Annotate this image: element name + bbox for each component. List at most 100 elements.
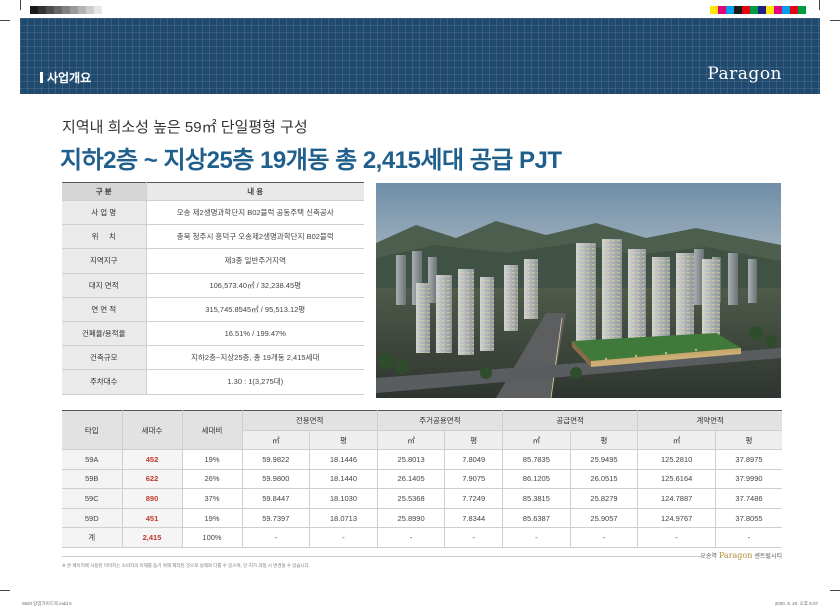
overview-key: 건축규모 bbox=[62, 345, 147, 371]
col-households: 세대수 bbox=[121, 410, 182, 450]
col-unit-pyeong: 평 bbox=[569, 430, 638, 450]
overview-row: 주차대수 1.30 : 1(3,275대) bbox=[62, 369, 364, 395]
color-swatch bbox=[78, 6, 86, 14]
unit-cell-type: 59D bbox=[62, 508, 122, 529]
color-swatch bbox=[38, 6, 46, 14]
unit-cell-su-p: 26.0515 bbox=[569, 469, 638, 490]
unit-cell-ex-m: - bbox=[241, 527, 310, 548]
overview-value: 1.30 : 1(3,275대) bbox=[146, 369, 364, 395]
overview-value: 오송 제2생명과학단지 B02블럭 공동주택 신축공사 bbox=[146, 200, 364, 226]
unit-cell-sh-m: 25.8013 bbox=[376, 449, 445, 470]
project-overview-table: 구 분 내 용 사 업 명 오송 제2생명과학단지 B02블럭 공동주택 신축공사… bbox=[62, 182, 364, 395]
unit-cell-ex-p: 18.0713 bbox=[309, 508, 378, 529]
color-swatch bbox=[774, 6, 782, 14]
col-contract-area: 계약면적 bbox=[637, 410, 782, 431]
unit-cell-sh-m: 25.8990 bbox=[376, 508, 445, 529]
color-swatch bbox=[734, 6, 742, 14]
overview-header-row: 구 분 내 용 bbox=[62, 182, 364, 201]
unit-cell-sh-m: 25.5368 bbox=[376, 488, 445, 509]
unit-cell-type: 계 bbox=[62, 527, 122, 548]
unit-row: 59D 451 19% 59.7397 18.0713 25.8990 7.8344 85.6… bbox=[62, 508, 782, 529]
unit-cell-su-m: 86.1205 bbox=[502, 469, 571, 490]
color-swatch bbox=[54, 6, 62, 14]
unit-cell-ratio: 19% bbox=[181, 449, 242, 470]
col-exclusive-area: 전용면적 bbox=[241, 410, 378, 431]
unit-cell-ex-m: 59.7397 bbox=[241, 508, 310, 529]
unit-cell-su-m: 85.7835 bbox=[502, 449, 571, 470]
color-swatch bbox=[46, 6, 54, 14]
overview-value: 지하2층~지상25층, 총 19개동 2,415세대 bbox=[146, 345, 364, 371]
crop-mark bbox=[830, 590, 840, 591]
unit-cell-su-m: - bbox=[502, 527, 571, 548]
unit-cell-ex-m: 59.9822 bbox=[241, 449, 310, 470]
col-unit-sqm: ㎡ bbox=[376, 430, 445, 450]
col-shared-area: 주거공용면적 bbox=[376, 410, 503, 431]
overview-value: 106,573.40㎡ / 32,238.45평 bbox=[146, 273, 364, 298]
crop-mark bbox=[0, 20, 10, 21]
color-swatch bbox=[94, 6, 102, 14]
unit-cell-households: 890 bbox=[121, 488, 182, 509]
page-header-banner bbox=[20, 18, 820, 94]
color-swatch bbox=[798, 6, 806, 14]
brand-footer: 오송역 Paragon 센트럴시티 bbox=[700, 551, 782, 560]
unit-cell-sh-m: - bbox=[376, 527, 445, 548]
rendering-illustration bbox=[376, 183, 781, 398]
grayscale-calibration-bar bbox=[30, 6, 110, 14]
unit-row: 59C 890 37% 59.8447 18.1030 25.5368 7.7249 85.3… bbox=[62, 488, 782, 509]
color-swatch bbox=[710, 6, 718, 14]
brand-suffix: 센트럴시티 bbox=[754, 554, 782, 560]
color-swatch bbox=[726, 6, 734, 14]
unit-cell-households: 452 bbox=[121, 449, 182, 470]
unit-cell-ratio: 19% bbox=[181, 508, 242, 529]
color-swatch bbox=[758, 6, 766, 14]
unit-cell-sh-p: - bbox=[444, 527, 503, 548]
color-swatch bbox=[750, 6, 758, 14]
overview-header-value: 내 용 bbox=[146, 182, 364, 201]
unit-cell-su-p: - bbox=[569, 527, 638, 548]
overview-value: 충북 청주시 흥덕구 오송제2생명과학단지 B02블럭 bbox=[146, 224, 364, 250]
section-title-text: 사업개요 bbox=[47, 71, 92, 85]
color-swatch bbox=[102, 6, 110, 14]
overview-row: 위 치 충북 청주시 흥덕구 오송제2생명과학단지 B02블럭 bbox=[62, 224, 364, 250]
col-unit-sqm: ㎡ bbox=[637, 430, 716, 450]
page-subtitle: 지역내 희소성 높은 59㎡ 단일평형 구성 bbox=[62, 119, 308, 136]
unit-cell-su-p: 25.9057 bbox=[569, 508, 638, 529]
col-supply-area: 공급면적 bbox=[502, 410, 638, 431]
col-unit-pyeong: 평 bbox=[444, 430, 503, 450]
col-unit-sqm: ㎡ bbox=[241, 430, 310, 450]
crop-mark bbox=[20, 0, 21, 10]
print-date-info: 2020. 8. 20. 오후 6:37 bbox=[774, 601, 818, 606]
unit-cell-ratio: 100% bbox=[181, 527, 242, 548]
unit-cell-sh-p: 7.8049 bbox=[444, 449, 503, 470]
unit-cell-co-p: 37.8975 bbox=[714, 449, 782, 470]
unit-cell-co-p: 37.9990 bbox=[714, 469, 782, 490]
overview-key: 연 면 적 bbox=[62, 297, 147, 322]
overview-value: 315,745.8545㎡ / 95,513.12평 bbox=[146, 297, 364, 322]
section-marker-icon bbox=[40, 72, 43, 83]
col-ratio: 세대비 bbox=[181, 410, 242, 450]
unit-cell-co-p: - bbox=[714, 527, 782, 548]
overview-key: 위 치 bbox=[62, 224, 147, 250]
overview-row: 건폐율/용적율 16.51% / 199.47% bbox=[62, 321, 364, 347]
overview-value: 16.51% / 199.47% bbox=[146, 321, 364, 347]
print-file-info: 0820 당업가이드북.indd 6 bbox=[22, 601, 72, 606]
brand-prefix: 오송역 bbox=[700, 554, 717, 560]
footer-divider bbox=[62, 556, 702, 557]
unit-cell-ratio: 37% bbox=[181, 488, 242, 509]
overview-header-key: 구 분 bbox=[62, 182, 147, 201]
crop-mark bbox=[819, 0, 820, 10]
brand-name: Paragon bbox=[718, 551, 753, 560]
unit-cell-co-m: 124.9767 bbox=[637, 508, 716, 529]
unit-cell-su-m: 85.3815 bbox=[502, 488, 571, 509]
overview-key: 주차대수 bbox=[62, 369, 147, 395]
unit-cell-su-p: 25.9495 bbox=[569, 449, 638, 470]
unit-cell-ex-m: 59.9800 bbox=[241, 469, 310, 490]
color-swatch bbox=[86, 6, 94, 14]
color-swatch bbox=[30, 6, 38, 14]
apartment-complex-rendering bbox=[376, 183, 781, 398]
unit-cell-sh-p: 7.9075 bbox=[444, 469, 503, 490]
color-swatch bbox=[782, 6, 790, 14]
unit-cell-households: 622 bbox=[121, 469, 182, 490]
unit-cell-ex-m: 59.8447 bbox=[241, 488, 310, 509]
color-swatch bbox=[790, 6, 798, 14]
